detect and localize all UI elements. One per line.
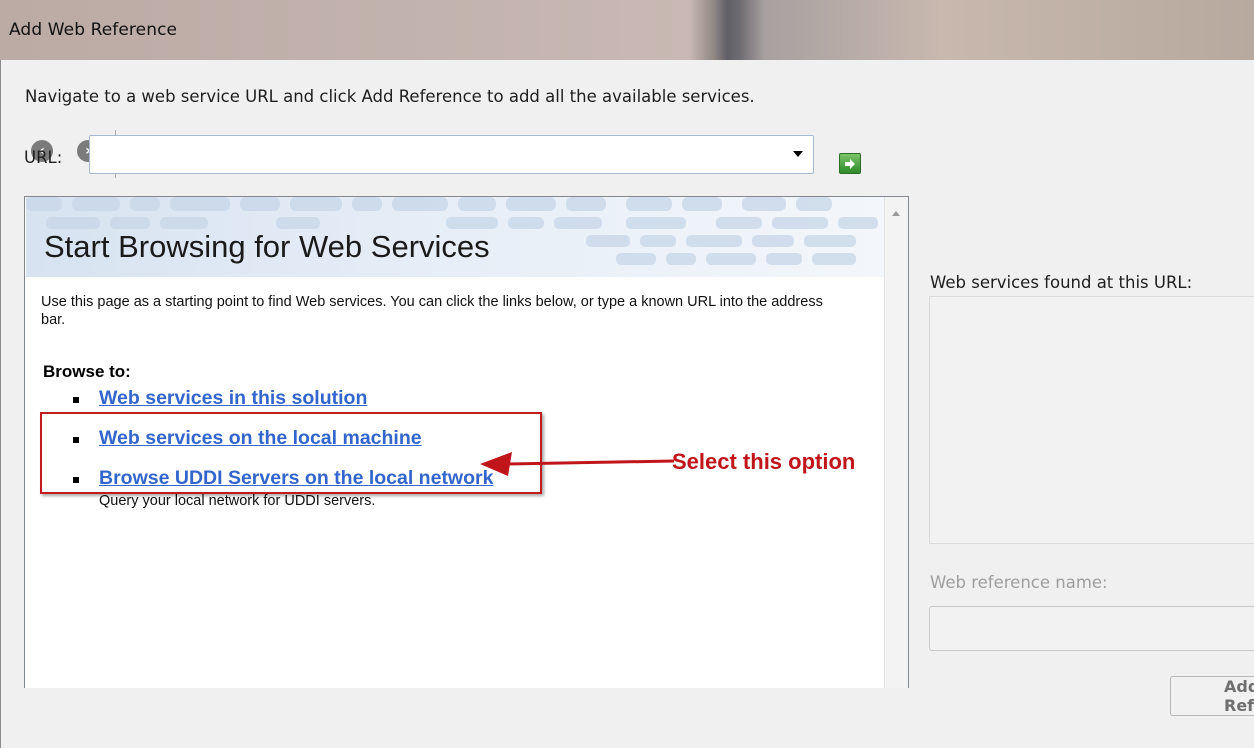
url-combobox[interactable] bbox=[89, 135, 814, 174]
title-bar: Add Web Reference bbox=[0, 0, 1254, 60]
go-arrow-icon[interactable] bbox=[839, 153, 861, 174]
page-title: Start Browsing for Web Services bbox=[44, 229, 490, 264]
url-input[interactable] bbox=[90, 136, 770, 173]
intro-text: Use this page as a starting point to fin… bbox=[41, 294, 823, 328]
url-label: URL: bbox=[24, 148, 63, 167]
browse-heading: Browse to: bbox=[43, 362, 131, 381]
annotation-label: Select this option bbox=[672, 449, 856, 474]
link-web-services-in-solution[interactable]: Web services in this solution bbox=[99, 387, 367, 410]
link-description: Query your local network for UDDI server… bbox=[99, 493, 376, 509]
instructions-text: Navigate to a web service URL and click … bbox=[25, 87, 755, 106]
web-reference-name-field[interactable] bbox=[929, 606, 1254, 651]
scroll-up-icon[interactable] bbox=[892, 211, 900, 216]
vertical-scrollbar[interactable] bbox=[884, 197, 908, 688]
bullet-icon bbox=[73, 397, 79, 403]
annotation-arrow-icon bbox=[480, 452, 675, 476]
banner: Start Browsing for Web Services bbox=[26, 197, 884, 277]
chevron-down-icon[interactable] bbox=[793, 151, 803, 157]
web-reference-name-label: Web reference name: bbox=[930, 573, 1108, 592]
services-found-list[interactable] bbox=[929, 296, 1254, 544]
add-reference-button[interactable]: Add Reference bbox=[1170, 676, 1254, 716]
window-title: Add Web Reference bbox=[9, 20, 178, 40]
services-found-label: Web services found at this URL: bbox=[930, 273, 1193, 292]
annotation-highlight-box bbox=[40, 412, 542, 494]
